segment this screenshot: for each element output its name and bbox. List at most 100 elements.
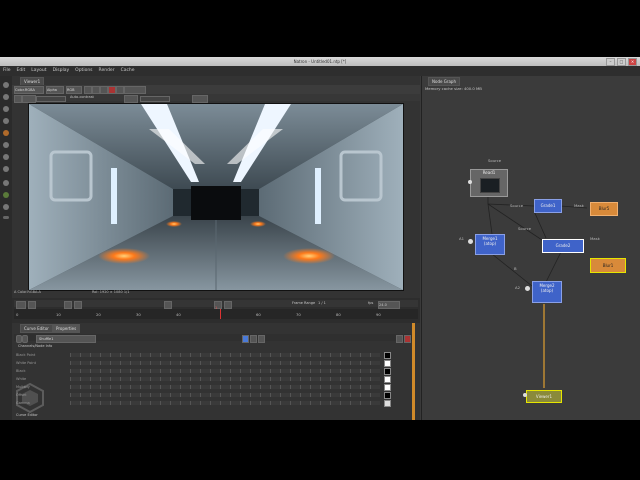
- first-frame-button[interactable]: [16, 301, 26, 309]
- color-swatch[interactable]: [384, 400, 391, 407]
- menu-cache[interactable]: Cache: [118, 66, 138, 76]
- natron-logo-watermark: [16, 382, 44, 414]
- merge-tool-icon[interactable]: [3, 166, 9, 172]
- channel-tool-icon[interactable]: [3, 118, 9, 124]
- refresh-icon[interactable]: [116, 86, 124, 94]
- menu-file[interactable]: File: [0, 66, 14, 76]
- menu-options[interactable]: Options: [72, 66, 95, 76]
- other-tool-icon[interactable]: [3, 204, 9, 210]
- edge-label-a1: A1: [459, 236, 465, 241]
- more-tools-icon[interactable]: [3, 216, 9, 219]
- fps-label: fps: [368, 301, 374, 305]
- frame-field[interactable]: [28, 301, 36, 309]
- zoom-icon[interactable]: [84, 86, 92, 94]
- edge-label-a2: A2: [515, 285, 521, 290]
- edge-label-mask: Mask: [574, 203, 584, 208]
- transform-tool-icon[interactable]: [3, 180, 9, 186]
- gamma-slider[interactable]: [140, 96, 170, 102]
- viewer-input-dot[interactable]: [523, 393, 527, 397]
- properties-panel: Curve Editor Properties Shuffle1 Channel…: [12, 323, 420, 420]
- param-slider[interactable]: [70, 385, 380, 389]
- fps-field[interactable]: 24.0: [378, 301, 400, 309]
- display-channel-select[interactable]: RGB: [66, 86, 82, 94]
- color-swatch[interactable]: [384, 384, 391, 391]
- close-button[interactable]: ×: [628, 58, 637, 66]
- menu-display[interactable]: Display: [50, 66, 73, 76]
- read-tool-icon[interactable]: [3, 82, 9, 88]
- menu-render[interactable]: Render: [96, 66, 118, 76]
- tab-curve-editor[interactable]: Curve Editor: [20, 324, 53, 333]
- draw-tool-icon[interactable]: [3, 94, 9, 100]
- viewer-toolbar-2: Auto-contrast: [12, 94, 420, 103]
- undo-icon[interactable]: [250, 335, 257, 343]
- color-tool-icon[interactable]: [3, 130, 9, 136]
- node-name-field[interactable]: Shuffle1: [36, 335, 96, 343]
- color-swatch[interactable]: [384, 360, 391, 367]
- viewer-node[interactable]: Viewer1: [526, 390, 562, 403]
- play-backward-button[interactable]: [64, 301, 72, 309]
- current-frame-cursor[interactable]: [220, 309, 221, 319]
- timeline-ruler[interactable]: 1 0 10 20 30 40 60 70 80 90: [14, 306, 418, 319]
- menu-layout[interactable]: Layout: [28, 66, 49, 76]
- colorspace-select[interactable]: [192, 95, 208, 103]
- play-forward-button[interactable]: [224, 301, 232, 309]
- grade1-node[interactable]: Grade1: [534, 199, 562, 213]
- merge2-mask-dot[interactable]: [525, 286, 530, 291]
- param-slider[interactable]: [70, 377, 380, 381]
- menu-edit[interactable]: Edit: [14, 66, 29, 76]
- keyer-tool-icon[interactable]: [3, 154, 9, 160]
- param-slider[interactable]: [70, 369, 380, 373]
- param-row: Multiply: [16, 383, 416, 391]
- redo-icon[interactable]: [258, 335, 265, 343]
- merge1-mask-dot[interactable]: [468, 239, 473, 244]
- time-tool-icon[interactable]: [3, 106, 9, 112]
- color-swatch[interactable]: [384, 368, 391, 375]
- proxy-select[interactable]: [124, 86, 146, 94]
- panel-splitter[interactable]: [412, 323, 415, 420]
- clip-icon[interactable]: [92, 86, 100, 94]
- param-row: Offset: [16, 391, 416, 399]
- gamma-field[interactable]: [124, 95, 138, 103]
- float-panel-icon[interactable]: [396, 335, 403, 343]
- read-input-dot[interactable]: [468, 180, 472, 184]
- stop-button[interactable]: [164, 301, 172, 309]
- color-icon[interactable]: [242, 335, 249, 343]
- gain-field[interactable]: [22, 95, 36, 103]
- blur5-node[interactable]: Blur5: [590, 202, 618, 216]
- param-slider[interactable]: [70, 401, 380, 405]
- param-row: Gamma: [16, 399, 416, 407]
- color-swatch[interactable]: [384, 352, 391, 359]
- gain-icon[interactable]: [14, 95, 22, 103]
- render-icon[interactable]: [108, 86, 116, 94]
- param-slider[interactable]: [70, 393, 380, 397]
- tick-label: 70: [296, 312, 301, 317]
- color-swatch[interactable]: [384, 392, 391, 399]
- color-swatch[interactable]: [384, 376, 391, 383]
- natron-window: Natron - Untitled01.ntp [*] – □ × File E…: [0, 57, 640, 420]
- alpha-select[interactable]: Alpha: [46, 86, 64, 94]
- roi-icon[interactable]: [100, 86, 108, 94]
- merge1-node[interactable]: Merge1 (atop): [475, 234, 505, 255]
- param-row: White Point: [16, 359, 416, 367]
- auto-contrast-toggle[interactable]: Auto-contrast: [70, 94, 94, 101]
- views-tool-icon[interactable]: [3, 192, 9, 198]
- blur1-node[interactable]: Blur1: [590, 258, 626, 273]
- grade2-node[interactable]: Grade2: [542, 239, 584, 253]
- minimize-button[interactable]: –: [606, 58, 615, 66]
- merge2-node[interactable]: Merge2 (atop): [532, 281, 562, 303]
- layer-select[interactable]: Color.RGBA: [14, 86, 44, 94]
- frame-range-value[interactable]: 1 / 1: [318, 300, 326, 307]
- param-slider[interactable]: [70, 353, 380, 357]
- close-panel-icon[interactable]: [404, 335, 411, 343]
- gain-slider[interactable]: [36, 96, 66, 102]
- param-slider[interactable]: [70, 361, 380, 365]
- viewer-image[interactable]: [28, 103, 404, 291]
- prev-frame-button[interactable]: [74, 301, 82, 309]
- maximize-button[interactable]: □: [617, 58, 626, 66]
- read-node[interactable]: Read1: [470, 169, 508, 197]
- settings-icon[interactable]: [22, 335, 28, 343]
- filter-tool-icon[interactable]: [3, 142, 9, 148]
- tab-properties[interactable]: Properties: [52, 324, 81, 333]
- node-connections: [487, 186, 588, 388]
- menu-bar: File Edit Layout Display Options Render …: [0, 66, 640, 76]
